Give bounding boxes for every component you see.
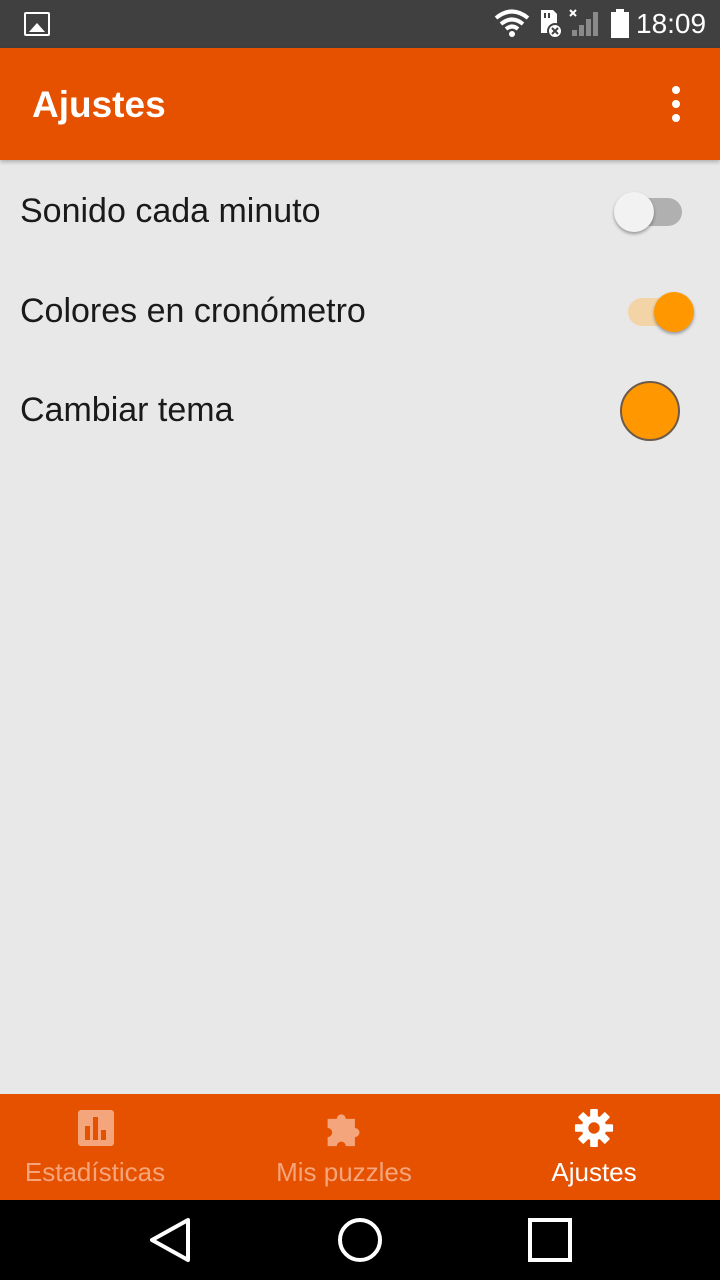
theme-color-swatch[interactable] [620, 381, 680, 441]
status-bar: 18:09 [0, 0, 720, 48]
gallery-icon [24, 12, 50, 36]
signal-icon [569, 9, 598, 36]
nav-label: Ajustes [551, 1157, 637, 1187]
nav-label: Mis puzzles [276, 1157, 412, 1187]
home-icon[interactable] [336, 1216, 384, 1264]
wifi-icon [494, 9, 530, 37]
app-bar: Ajustes [0, 48, 720, 160]
page-title: Ajustes [32, 84, 166, 125]
puzzle-icon [327, 1114, 360, 1147]
nav-item-statistics[interactable]: Estadísticas [0, 1094, 240, 1200]
system-navigation-bar [0, 1200, 720, 1280]
sd-card-icon [541, 10, 563, 39]
setting-label: Cambiar tema [20, 391, 234, 429]
recents-icon[interactable] [528, 1216, 572, 1264]
setting-row-theme[interactable]: Cambiar tema [0, 361, 720, 461]
setting-label: Sonido cada minuto [20, 192, 321, 230]
battery-icon [611, 9, 629, 38]
setting-label: Colores en cronómetro [20, 292, 366, 330]
nav-item-puzzles[interactable]: Mis puzzles [224, 1094, 464, 1200]
nav-item-settings[interactable]: Ajustes [474, 1094, 714, 1200]
status-time: 18:09 [636, 8, 707, 39]
screen: 18:09 Ajustes Sonido cada minuto Colores… [0, 0, 720, 1280]
nav-label: Estadísticas [24, 1157, 166, 1187]
bar-chart-icon [78, 1110, 114, 1146]
switch-thumb [614, 192, 654, 232]
more-vert-icon[interactable] [660, 84, 692, 124]
sound-toggle[interactable] [614, 192, 682, 232]
colors-toggle[interactable] [628, 292, 696, 332]
switch-thumb [654, 292, 694, 332]
setting-row-sound[interactable]: Sonido cada minuto [0, 162, 720, 262]
setting-row-colors[interactable]: Colores en cronómetro [0, 262, 720, 362]
gear-icon [574, 1108, 614, 1148]
back-icon[interactable] [148, 1216, 192, 1264]
bottom-navigation: Estadísticas Mis puzzles Ajustes [0, 1094, 720, 1200]
